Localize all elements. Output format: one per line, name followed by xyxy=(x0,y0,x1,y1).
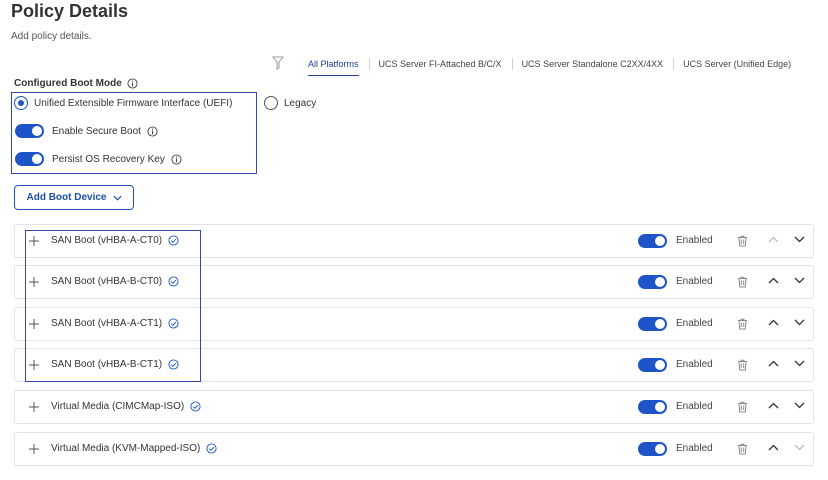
boot-device-enabled-toggle[interactable] xyxy=(638,400,667,414)
chevron-down-icon[interactable] xyxy=(794,444,805,451)
page-subtitle: Add policy details. xyxy=(11,31,92,42)
info-icon[interactable] xyxy=(171,153,182,165)
san-boot-highlight-box xyxy=(25,230,201,382)
boot-device-status: Enabled xyxy=(676,318,713,329)
boot-device-name: Virtual Media (KVM-Mapped-ISO) xyxy=(51,443,201,454)
trash-icon[interactable] xyxy=(737,235,748,247)
chevron-down-icon[interactable] xyxy=(794,277,805,284)
boot-mode-label: Configured Boot Mode xyxy=(14,78,122,89)
expand-plus-icon[interactable] xyxy=(28,401,40,413)
chevron-down-icon[interactable] xyxy=(794,360,805,367)
tab-ucs-fi-attached[interactable]: UCS Server FI-Attached B/C/X xyxy=(368,57,512,73)
info-icon[interactable] xyxy=(127,78,138,89)
boot-device-enabled-toggle[interactable] xyxy=(638,317,667,331)
chevron-down-icon[interactable] xyxy=(794,319,805,326)
chevron-down-icon[interactable] xyxy=(794,402,805,409)
tab-all-platforms[interactable]: All Platforms xyxy=(298,57,369,76)
boot-device-status: Enabled xyxy=(676,276,713,287)
boot-mode-heading: Configured Boot Mode xyxy=(14,78,138,89)
boot-device-name: Virtual Media (CIMCMap-ISO) xyxy=(51,401,185,412)
secure-boot-row: Enable Secure Boot xyxy=(15,124,158,138)
secure-boot-toggle[interactable] xyxy=(15,124,44,138)
add-boot-device-label: Add Boot Device xyxy=(26,192,107,203)
secure-boot-label: Enable Secure Boot xyxy=(52,125,141,137)
trash-icon[interactable] xyxy=(737,318,748,330)
tab-ucs-unified-edge[interactable]: UCS Server (Unified Edge) xyxy=(673,57,801,73)
chevron-up-icon[interactable] xyxy=(768,402,779,409)
check-circle-icon xyxy=(190,401,201,412)
page-title: Policy Details xyxy=(11,1,129,21)
chevron-down-icon xyxy=(112,195,122,201)
radio-uefi[interactable]: Unified Extensible Firmware Interface (U… xyxy=(14,96,232,110)
radio-uefi-label: Unified Extensible Firmware Interface (U… xyxy=(34,97,233,109)
info-icon[interactable] xyxy=(147,125,158,137)
trash-icon[interactable] xyxy=(737,443,748,455)
tab-ucs-standalone[interactable]: UCS Server Standalone C2XX/4XX xyxy=(511,57,674,73)
radio-uefi-button[interactable] xyxy=(14,96,28,110)
chevron-up-icon[interactable] xyxy=(768,444,779,451)
trash-icon[interactable] xyxy=(737,359,748,371)
boot-device-status: Enabled xyxy=(676,401,713,412)
trash-icon[interactable] xyxy=(737,401,748,413)
chevron-down-icon[interactable] xyxy=(794,236,805,243)
radio-legacy-button[interactable] xyxy=(264,96,278,110)
chevron-up-icon[interactable] xyxy=(768,319,779,326)
trash-icon[interactable] xyxy=(737,276,748,288)
boot-device-status: Enabled xyxy=(676,359,713,370)
radio-legacy[interactable]: Legacy xyxy=(264,96,316,110)
chevron-up-icon[interactable] xyxy=(768,277,779,284)
boot-device-enabled-toggle[interactable] xyxy=(638,358,667,372)
boot-device-row[interactable]: Virtual Media (CIMCMap-ISO) Enabled xyxy=(14,390,814,424)
check-circle-icon xyxy=(206,443,217,454)
boot-device-name-wrap: Virtual Media (KVM-Mapped-ISO) xyxy=(51,443,217,454)
expand-plus-icon[interactable] xyxy=(28,443,40,455)
boot-device-row[interactable]: Virtual Media (KVM-Mapped-ISO) Enabled xyxy=(14,432,814,466)
boot-device-status: Enabled xyxy=(676,443,713,454)
boot-device-enabled-toggle[interactable] xyxy=(638,442,667,456)
platform-tabs: All Platforms UCS Server FI-Attached B/C… xyxy=(298,57,801,76)
boot-device-enabled-toggle[interactable] xyxy=(638,275,667,289)
persist-os-recovery-label: Persist OS Recovery Key xyxy=(52,153,165,165)
boot-device-name-wrap: Virtual Media (CIMCMap-ISO) xyxy=(51,401,201,412)
chevron-up-icon[interactable] xyxy=(768,360,779,367)
persist-os-recovery-toggle[interactable] xyxy=(15,152,44,166)
boot-device-status: Enabled xyxy=(676,235,713,246)
boot-device-enabled-toggle[interactable] xyxy=(638,234,667,248)
filter-icon[interactable] xyxy=(272,56,284,70)
add-boot-device-button[interactable]: Add Boot Device xyxy=(14,185,134,210)
radio-legacy-label: Legacy xyxy=(284,97,317,109)
chevron-up-icon[interactable] xyxy=(768,236,779,243)
persist-os-recovery-row: Persist OS Recovery Key xyxy=(15,152,182,166)
